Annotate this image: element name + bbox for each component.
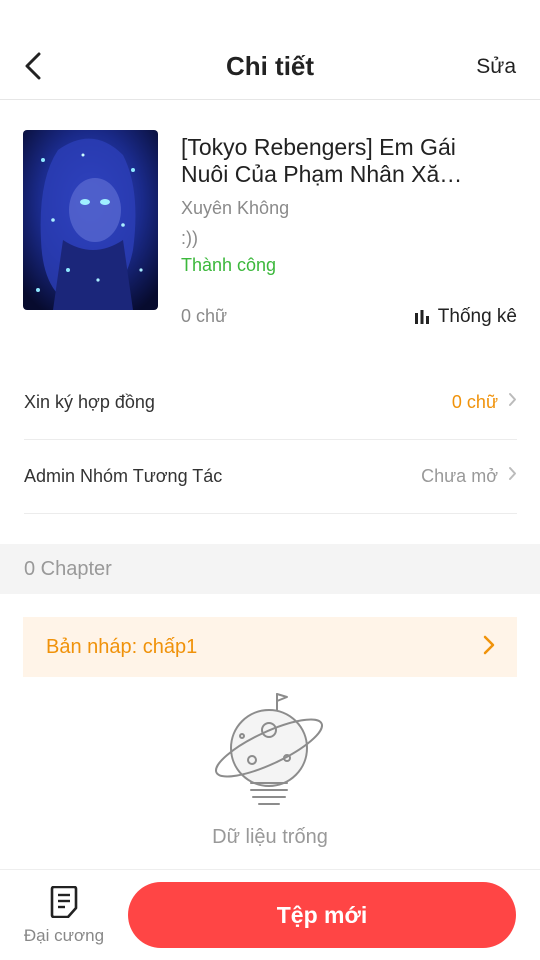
admin-group-value: Chưa mở (421, 466, 498, 486)
statistics-button[interactable]: Thống kê (414, 306, 517, 328)
bar-chart-icon (414, 310, 430, 324)
admin-group-label: Admin Nhóm Tương Tác (24, 466, 223, 486)
chapter-count-bar: 0 Chapter (0, 544, 540, 594)
contract-label: Xin ký hợp đồng (24, 392, 155, 412)
book-title: [Tokyo Rebengers] Em Gái Nuôi Của Phạm N… (181, 134, 459, 187)
empty-lightbulb-planet-icon (207, 690, 332, 810)
header-bar: Chi tiết Sửa (0, 0, 540, 100)
book-info: [Tokyo Rebengers] Em Gái Nuôi Của Phạm N… (23, 130, 517, 330)
contract-value: 0 chữ (451, 392, 498, 412)
book-description: :)) (181, 228, 198, 248)
book-genre: Xuyên Không (181, 198, 290, 218)
new-file-button[interactable]: Tệp mới (128, 882, 516, 948)
word-count: 0 chữ (181, 306, 228, 326)
statistics-label: Thống kê (437, 306, 517, 327)
page-title: Chi tiết (225, 51, 315, 81)
draft-item[interactable]: Bản nháp: chấp1 (23, 617, 517, 677)
book-cover-image[interactable] (23, 130, 158, 310)
chevron-right-icon (508, 392, 517, 407)
empty-state-label: Dữ liệu trống (212, 826, 328, 848)
bottom-bar: Đại cương Tệp mới (0, 869, 540, 960)
contract-row[interactable]: Xin ký hợp đồng 0 chữ (24, 366, 517, 440)
outline-button[interactable]: Đại cương (20, 885, 108, 952)
outline-label: Đại cương (23, 926, 105, 945)
chapter-count: 0 Chapter (24, 558, 112, 580)
chevron-right-icon (483, 635, 495, 660)
book-status: Thành công (181, 255, 277, 275)
document-outline-icon (49, 885, 79, 919)
draft-label: Bản nháp: chấp1 (46, 635, 198, 658)
chevron-right-icon (508, 466, 517, 481)
admin-group-row[interactable]: Admin Nhóm Tương Tác Chưa mở (24, 440, 517, 514)
edit-button[interactable]: Sửa (476, 55, 516, 79)
